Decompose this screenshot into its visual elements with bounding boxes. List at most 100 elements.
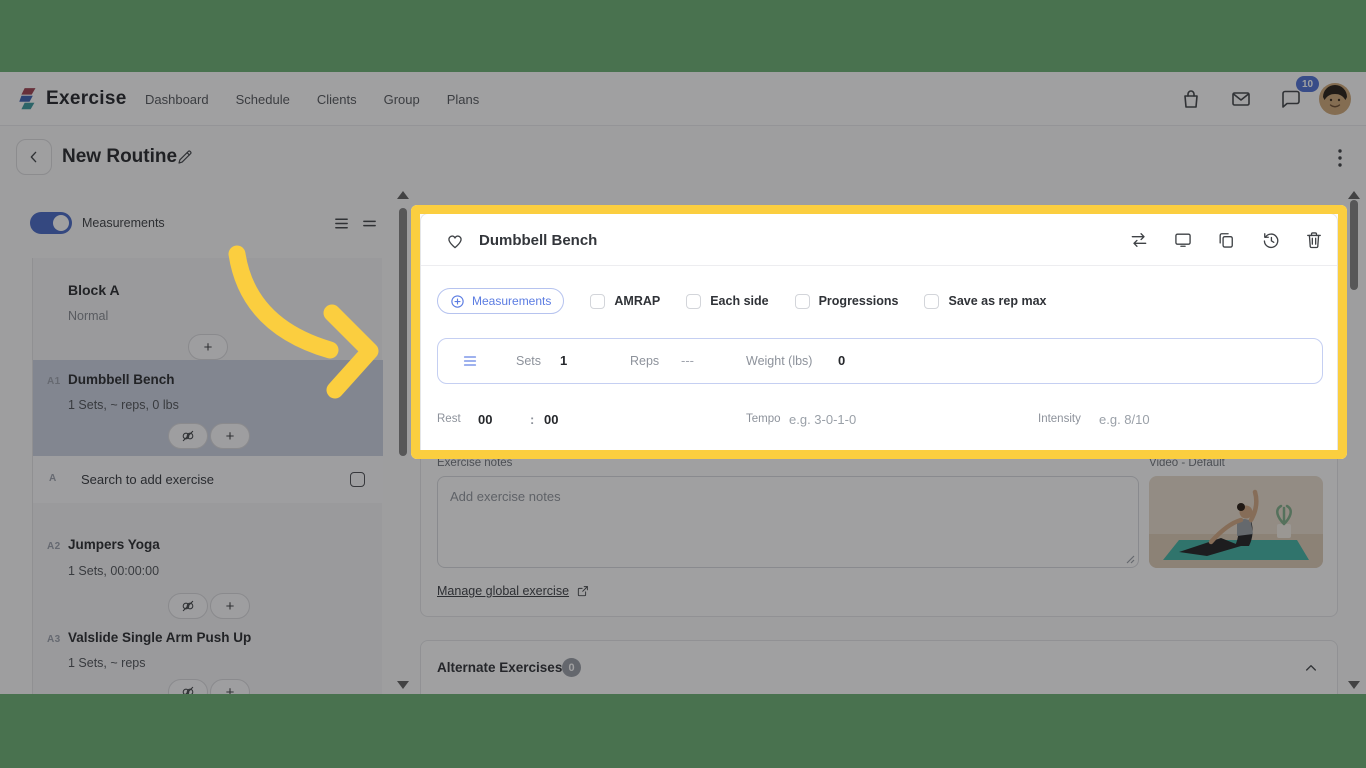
set-row: Sets 1 Reps --- Weight (lbs) 0 — [437, 338, 1323, 384]
item-tag: A1 — [47, 376, 61, 387]
nav-link-plans[interactable]: Plans — [447, 92, 480, 107]
item-detail: 1 Sets, 00:00:00 — [68, 564, 160, 578]
back-button[interactable] — [16, 139, 52, 175]
reps-label: Reps — [630, 353, 660, 368]
brand-logo-icon — [19, 88, 36, 110]
nav-link-schedule[interactable]: Schedule — [236, 92, 290, 107]
broken-link-icon — [182, 600, 194, 612]
rest-label: Rest — [437, 413, 461, 425]
progressions-checkbox[interactable] — [794, 293, 810, 309]
plus-icon: + — [203, 338, 213, 356]
screen-view-icon[interactable] — [1173, 230, 1193, 250]
amrap-checkbox[interactable] — [590, 293, 606, 309]
external-link-icon — [577, 586, 588, 597]
exercise-video-thumbnail[interactable] — [1149, 476, 1323, 568]
reps-value[interactable]: --- — [681, 339, 694, 382]
search-to-add-exercise[interactable]: Search to add exercise — [81, 472, 214, 487]
alternate-count-badge: 0 — [562, 658, 581, 677]
scroll-down-arrow[interactable] — [397, 681, 409, 689]
add-set-button[interactable]: + — [210, 423, 250, 449]
nav-link-group[interactable]: Group — [384, 92, 420, 107]
progressions-option[interactable]: Progressions — [794, 293, 899, 309]
add-set-button[interactable]: + — [210, 593, 250, 619]
app-window: Exercise Dashboard Schedule Clients Grou… — [0, 72, 1366, 720]
rest-seconds-input[interactable]: 00 — [544, 406, 558, 432]
intensity-input[interactable]: e.g. 8/10 — [1099, 406, 1150, 432]
edit-pencil-icon[interactable] — [176, 148, 194, 166]
weight-label: Weight (lbs) — [746, 353, 813, 368]
add-measurements-button[interactable]: Measurements — [437, 288, 565, 314]
exercise-notes-input[interactable] — [437, 476, 1139, 568]
measurements-toggle[interactable] — [30, 212, 72, 234]
unlink-button[interactable] — [168, 593, 208, 619]
plus-icon: + — [225, 597, 235, 615]
nav-link-dashboard[interactable]: Dashboard — [145, 92, 209, 107]
rest-colon: : — [530, 411, 535, 427]
manage-global-exercise-link[interactable]: Manage global exercise — [437, 584, 590, 598]
unlink-button[interactable] — [168, 423, 208, 449]
chevron-left-icon — [30, 151, 37, 163]
right-scroll-down-arrow[interactable] — [1348, 681, 1360, 689]
save-rep-max-checkbox[interactable] — [924, 293, 940, 309]
resize-handle-icon[interactable] — [1125, 554, 1135, 564]
block-type: Normal — [68, 309, 109, 323]
right-scroll-up-arrow[interactable] — [1348, 191, 1360, 199]
block-title: Block A — [68, 282, 120, 298]
item-tag: A2 — [47, 541, 61, 552]
tempo-input[interactable]: e.g. 3-0-1-0 — [789, 406, 856, 432]
compact-view-icon[interactable] — [361, 215, 378, 232]
exercise-options-row: Measurements AMRAP Each side Progression… — [437, 288, 1046, 314]
amrap-option[interactable]: AMRAP — [590, 293, 661, 309]
plus-circle-icon — [451, 294, 464, 308]
page-title: New Routine — [62, 146, 178, 167]
copy-icon[interactable] — [1216, 230, 1236, 250]
save-rep-max-option[interactable]: Save as rep max — [924, 293, 1047, 309]
exercise-detail-card: Dumbbell Bench Measurements AMRAP Each s… — [420, 213, 1338, 617]
chevron-up-icon[interactable] — [1303, 660, 1319, 676]
item-name: Dumbbell Bench — [68, 372, 175, 387]
scroll-up-arrow[interactable] — [397, 191, 409, 199]
drag-handle-icon[interactable] — [462, 353, 478, 369]
rest-minutes-input[interactable]: 00 — [478, 406, 492, 432]
swap-exercise-icon[interactable] — [1129, 230, 1149, 250]
add-exercise-button[interactable]: + — [188, 334, 228, 360]
brand-name: Exercise — [46, 88, 127, 109]
progressions-label: Progressions — [818, 294, 899, 308]
list-item-a1[interactable]: A1 Dumbbell Bench 1 Sets, ~ reps, 0 lbs … — [33, 360, 383, 456]
sets-value[interactable]: 1 — [560, 339, 567, 382]
list-item-search[interactable]: A Search to add exercise — [33, 456, 383, 503]
item-tag: A3 — [47, 634, 61, 645]
each-side-checkbox[interactable] — [686, 293, 702, 309]
exercise-title: Dumbbell Bench — [479, 231, 598, 249]
weight-value[interactable]: 0 — [838, 339, 845, 382]
each-side-option[interactable]: Each side — [686, 293, 769, 309]
yoga-pose-image — [1149, 476, 1323, 568]
nav-link-clients[interactable]: Clients — [317, 92, 357, 107]
mail-icon[interactable] — [1229, 87, 1253, 111]
avatar[interactable] — [1319, 83, 1351, 115]
favorite-heart-icon[interactable] — [445, 231, 465, 251]
right-scrollbar-thumb[interactable] — [1350, 200, 1358, 290]
history-icon[interactable] — [1261, 230, 1281, 250]
save-rep-max-label: Save as rep max — [948, 294, 1047, 308]
exercise-block-panel: Block A Normal + A1 Dumbbell Bench 1 Set… — [32, 258, 383, 705]
item-detail: 1 Sets, ~ reps — [68, 656, 146, 670]
expanded-view-icon[interactable] — [333, 215, 350, 232]
broken-link-icon — [182, 430, 194, 442]
delete-trash-icon[interactable] — [1304, 230, 1324, 250]
item-tag: A — [49, 473, 57, 484]
top-navbar: Exercise Dashboard Schedule Clients Grou… — [0, 72, 1366, 126]
more-options-kebab-icon[interactable] — [1333, 148, 1347, 168]
video-label: Video - Default — [1149, 457, 1225, 469]
bottom-letterbox — [0, 694, 1366, 768]
amrap-label: AMRAP — [614, 294, 661, 308]
item-name: Valslide Single Arm Push Up — [68, 630, 252, 645]
scrollbar-thumb[interactable] — [399, 208, 407, 456]
shopping-bag-icon[interactable] — [1179, 87, 1203, 111]
item-name: Jumpers Yoga — [68, 537, 160, 552]
exercise-card-header: Dumbbell Bench — [421, 214, 1337, 266]
item-detail: 1 Sets, ~ reps, 0 lbs — [68, 398, 179, 412]
measurements-toggle-row: Measurements — [30, 212, 165, 234]
select-exercise-checkbox[interactable] — [350, 472, 365, 487]
exercise-notes-label: Exercise notes — [437, 457, 513, 469]
